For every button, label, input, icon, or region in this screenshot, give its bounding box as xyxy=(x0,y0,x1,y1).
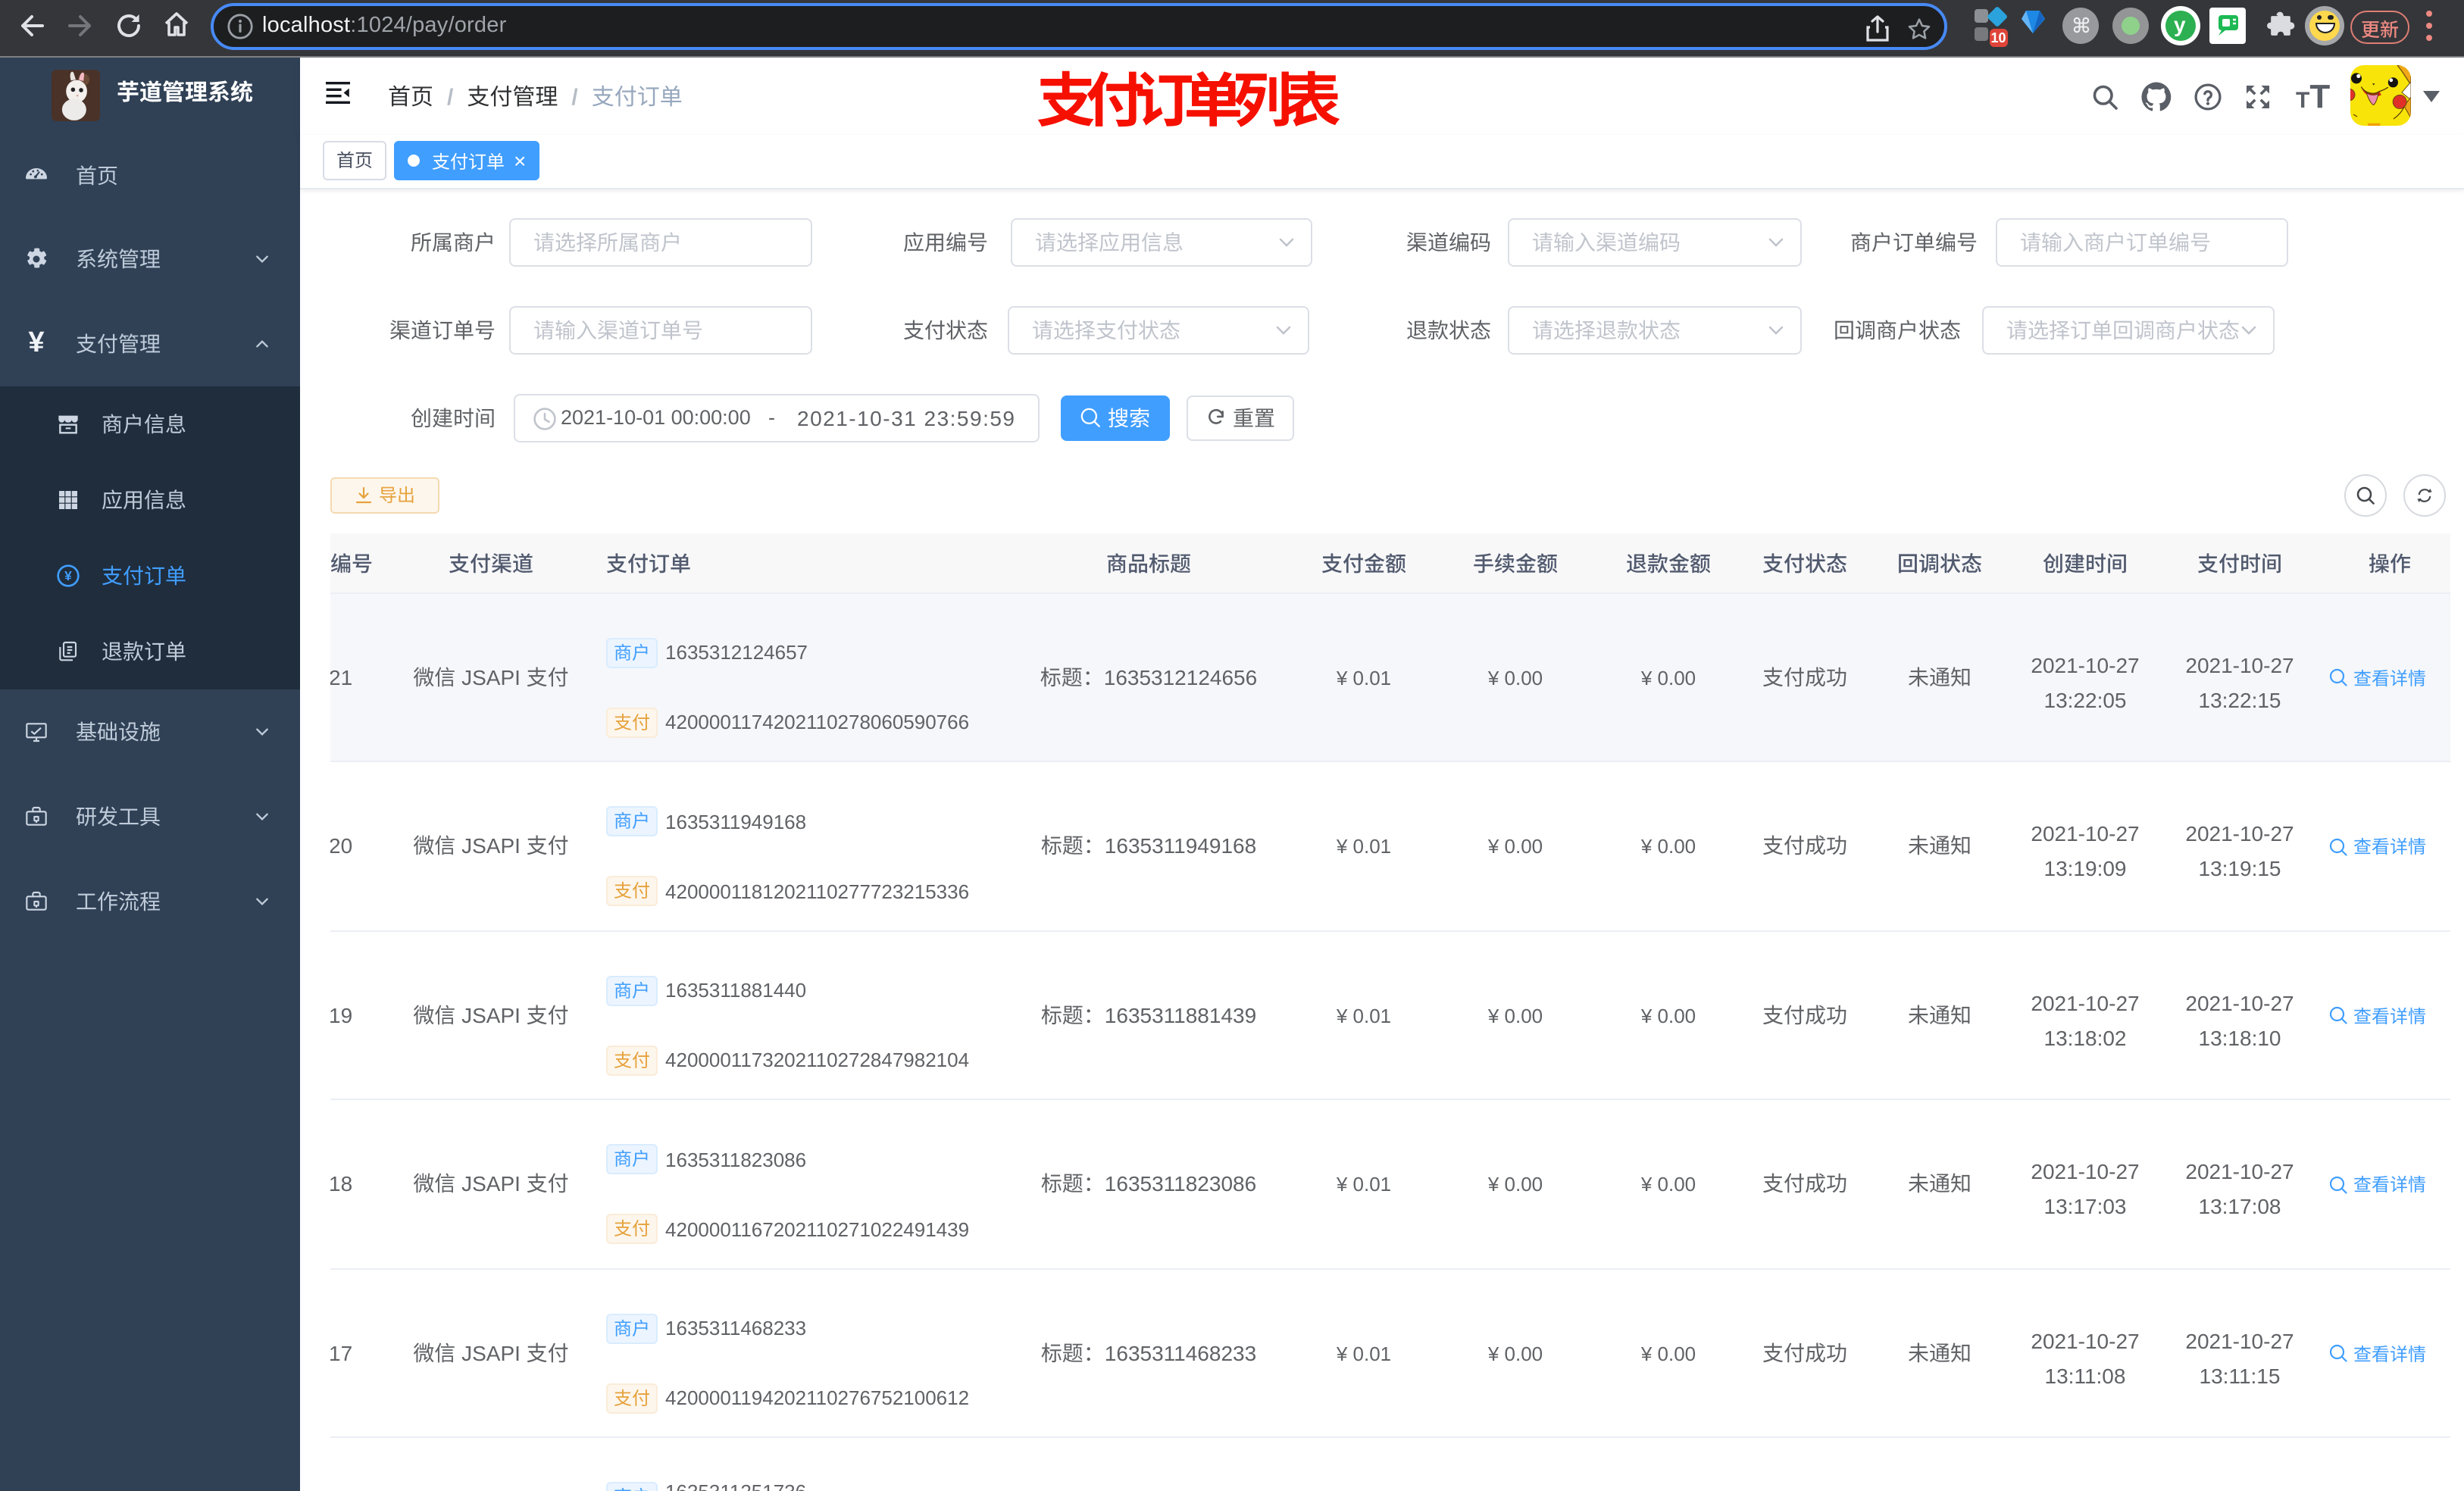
svg-text:¥: ¥ xyxy=(64,568,72,583)
